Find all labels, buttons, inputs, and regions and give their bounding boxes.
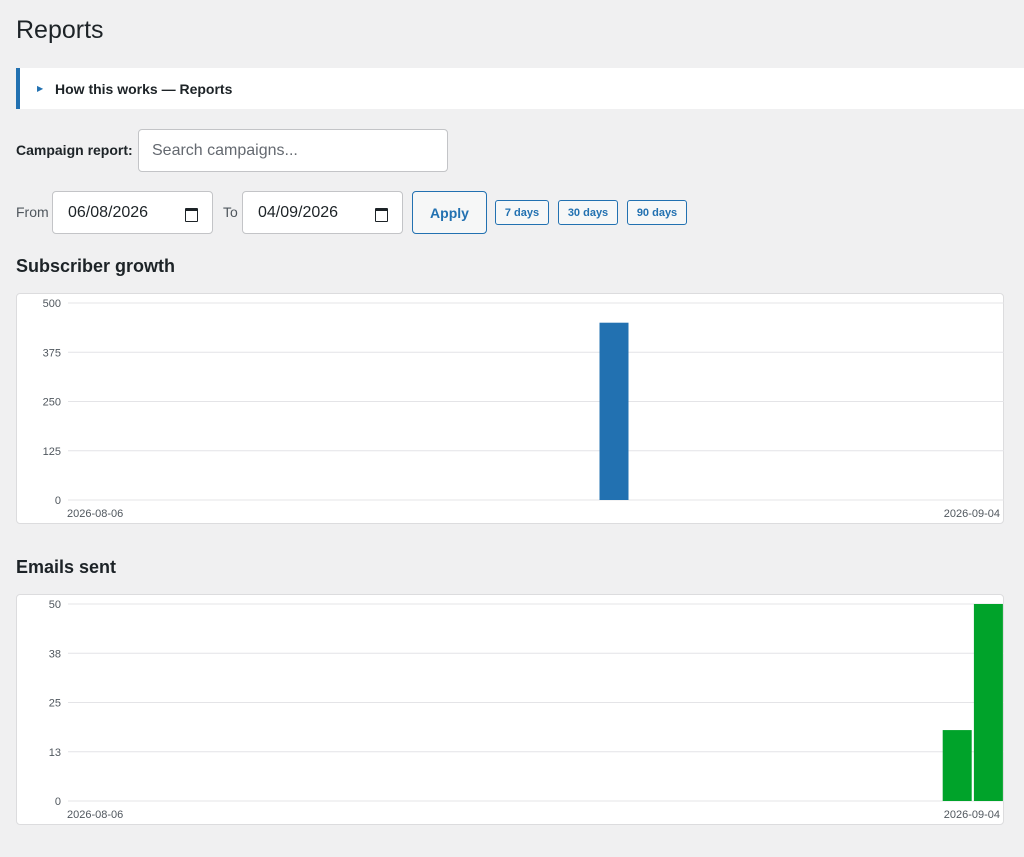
how-this-works-toggle[interactable]: ▶ How this works — Reports <box>16 68 1024 109</box>
to-label-row: To <box>223 204 238 220</box>
preset-30-days-button[interactable]: 30 days <box>558 200 618 225</box>
subscriber-growth-svg: 0 125 250 375 500 2026-08-06 2026-09-04 <box>43 298 1004 520</box>
bar <box>973 604 1003 801</box>
page-title: Reports <box>16 16 104 44</box>
y-tick-label: 250 <box>43 397 61 409</box>
bar <box>942 730 972 801</box>
disclosure-triangle-icon: ▶ <box>37 84 44 93</box>
bar <box>599 322 629 500</box>
x-tick-label: 2026-09-04 <box>944 508 1000 520</box>
from-label-row: From <box>16 204 49 220</box>
how-this-works-label: How this works — Reports <box>55 80 233 97</box>
emails-sent-chart: 0 13 25 38 50 2026-08-06 2026-09-04 <box>16 594 1004 825</box>
emails-sent-title: Emails sent <box>16 557 117 577</box>
y-tick-label: 38 <box>49 648 61 660</box>
y-tick-label: 25 <box>49 698 61 710</box>
preset-90-days-button[interactable]: 90 days <box>627 200 687 225</box>
y-tick-label: 50 <box>49 599 61 611</box>
campaign-search-input[interactable] <box>138 129 448 172</box>
from-date-input[interactable]: 06/08/2026 <box>52 191 213 234</box>
y-tick-label: 0 <box>55 495 61 507</box>
preset-7-days-button[interactable]: 7 days <box>495 200 549 225</box>
y-tick-label: 500 <box>43 298 61 310</box>
campaign-report-row: Campaign report: <box>16 142 133 158</box>
subscriber-growth-title: Subscriber growth <box>16 256 176 276</box>
calendar-icon[interactable] <box>185 207 198 222</box>
to-label: To <box>223 204 238 220</box>
campaign-report-label: Campaign report: <box>16 142 133 158</box>
x-tick-label: 2026-08-06 <box>67 809 123 821</box>
y-tick-label: 13 <box>49 747 61 759</box>
from-date-value: 06/08/2026 <box>68 203 149 221</box>
y-tick-label: 125 <box>43 446 61 458</box>
x-tick-label: 2026-09-04 <box>944 809 1000 821</box>
to-date-input[interactable]: 04/09/2026 <box>242 191 403 234</box>
x-tick-label: 2026-08-06 <box>67 508 123 520</box>
emails-sent-svg: 0 13 25 38 50 2026-08-06 2026-09-04 <box>49 599 1004 821</box>
subscriber-growth-chart: 0 125 250 375 500 2026-08-06 2026-09-04 <box>16 293 1004 524</box>
to-date-value: 04/09/2026 <box>258 203 339 221</box>
calendar-icon[interactable] <box>375 207 388 222</box>
y-tick-label: 0 <box>55 796 61 808</box>
from-label: From <box>16 204 49 220</box>
y-tick-label: 375 <box>43 347 61 359</box>
apply-button[interactable]: Apply <box>412 191 487 234</box>
